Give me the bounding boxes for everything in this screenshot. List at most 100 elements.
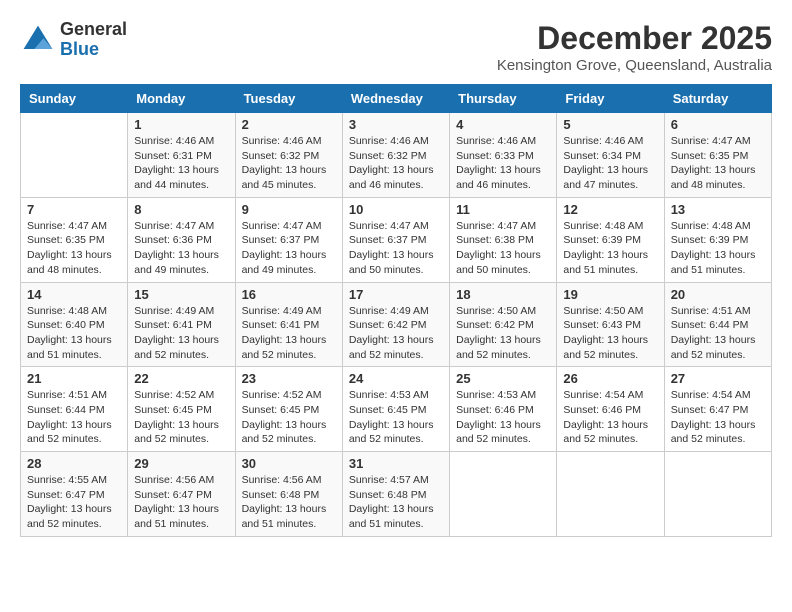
location-title: Kensington Grove, Queensland, Australia	[497, 57, 772, 74]
day-info: Sunrise: 4:46 AM Sunset: 6:32 PM Dayligh…	[349, 134, 443, 193]
day-info: Sunrise: 4:53 AM Sunset: 6:45 PM Dayligh…	[349, 388, 443, 447]
calendar-cell: 18Sunrise: 4:50 AM Sunset: 6:42 PM Dayli…	[450, 282, 557, 367]
calendar-week-row: 7Sunrise: 4:47 AM Sunset: 6:35 PM Daylig…	[21, 197, 772, 282]
calendar-cell	[21, 113, 128, 198]
day-number: 1	[134, 117, 228, 132]
day-info: Sunrise: 4:55 AM Sunset: 6:47 PM Dayligh…	[27, 473, 121, 532]
day-number: 10	[349, 202, 443, 217]
calendar-cell: 25 Sunrise: 4:53 AM Sunset: 6:46 PM Dayli…	[450, 367, 557, 452]
day-info: Sunrise: 4:46 AM Sunset: 6:33 PM Dayligh…	[456, 134, 550, 193]
day-number: 23	[242, 371, 336, 386]
day-info: Sunrise: 4:47 AM Sunset: 6:38 PM Dayligh…	[456, 219, 550, 278]
weekday-header: Friday	[557, 85, 664, 113]
calendar-week-row: 21Sunrise: 4:51 AM Sunset: 6:44 PM Dayli…	[21, 367, 772, 452]
day-info: Sunrise: 4:48 AM Sunset: 6:39 PM Dayligh…	[671, 219, 765, 278]
day-info: Sunrise: 4:51 AM Sunset: 6:44 PM Dayligh…	[27, 388, 121, 447]
calendar-cell: 26 Sunrise: 4:54 AM Sunset: 6:46 PM Dayli…	[557, 367, 664, 452]
calendar-cell: 2 Sunrise: 4:46 AM Sunset: 6:32 PM Daylig…	[235, 113, 342, 198]
weekday-header: Wednesday	[342, 85, 449, 113]
calendar-table: SundayMondayTuesdayWednesdayThursdayFrid…	[20, 84, 772, 537]
day-number: 8	[134, 202, 228, 217]
day-number: 20	[671, 287, 765, 302]
calendar-cell: 22 Sunrise: 4:52 AM Sunset: 6:45 PM Dayli…	[128, 367, 235, 452]
day-info: Sunrise: 4:56 AM Sunset: 6:47 PM Dayligh…	[134, 473, 228, 532]
calendar-cell: 19 Sunrise: 4:50 AM Sunset: 6:43 PM Dayli…	[557, 282, 664, 367]
day-number: 22	[134, 371, 228, 386]
calendar-cell: 27Sunrise: 4:54 AM Sunset: 6:47 PM Dayli…	[664, 367, 771, 452]
weekday-header-row: SundayMondayTuesdayWednesdayThursdayFrid…	[21, 85, 772, 113]
calendar-cell: 28Sunrise: 4:55 AM Sunset: 6:47 PM Dayli…	[21, 452, 128, 537]
day-number: 17	[349, 287, 443, 302]
day-info: Sunrise: 4:50 AM Sunset: 6:43 PM Dayligh…	[563, 304, 657, 363]
day-info: Sunrise: 4:49 AM Sunset: 6:41 PM Dayligh…	[242, 304, 336, 363]
day-number: 3	[349, 117, 443, 132]
logo-line2: Blue	[60, 40, 127, 60]
calendar-cell: 10Sunrise: 4:47 AM Sunset: 6:37 PM Dayli…	[342, 197, 449, 282]
calendar-cell: 7Sunrise: 4:47 AM Sunset: 6:35 PM Daylig…	[21, 197, 128, 282]
logo-icon	[20, 22, 56, 58]
calendar-cell: 17 Sunrise: 4:49 AM Sunset: 6:42 PM Dayli…	[342, 282, 449, 367]
calendar-cell: 23 Sunrise: 4:52 AM Sunset: 6:45 PM Dayli…	[235, 367, 342, 452]
day-number: 2	[242, 117, 336, 132]
calendar-cell: 30Sunrise: 4:56 AM Sunset: 6:48 PM Dayli…	[235, 452, 342, 537]
calendar-cell: 9 Sunrise: 4:47 AM Sunset: 6:37 PM Daylig…	[235, 197, 342, 282]
day-number: 11	[456, 202, 550, 217]
day-info: Sunrise: 4:52 AM Sunset: 6:45 PM Dayligh…	[242, 388, 336, 447]
page-header: General Blue December 2025 Kensington Gr…	[20, 20, 772, 74]
logo-text: General Blue	[60, 20, 127, 60]
month-title: December 2025	[497, 20, 772, 57]
calendar-cell: 20 Sunrise: 4:51 AM Sunset: 6:44 PM Dayli…	[664, 282, 771, 367]
calendar-cell: 15Sunrise: 4:49 AM Sunset: 6:41 PM Dayli…	[128, 282, 235, 367]
day-number: 16	[242, 287, 336, 302]
day-number: 19	[563, 287, 657, 302]
day-info: Sunrise: 4:47 AM Sunset: 6:35 PM Dayligh…	[671, 134, 765, 193]
calendar-cell: 5Sunrise: 4:46 AM Sunset: 6:34 PM Daylig…	[557, 113, 664, 198]
day-number: 5	[563, 117, 657, 132]
calendar-cell: 11 Sunrise: 4:47 AM Sunset: 6:38 PM Dayli…	[450, 197, 557, 282]
calendar-cell: 13 Sunrise: 4:48 AM Sunset: 6:39 PM Dayli…	[664, 197, 771, 282]
day-info: Sunrise: 4:52 AM Sunset: 6:45 PM Dayligh…	[134, 388, 228, 447]
calendar-cell: 14Sunrise: 4:48 AM Sunset: 6:40 PM Dayli…	[21, 282, 128, 367]
day-info: Sunrise: 4:47 AM Sunset: 6:37 PM Dayligh…	[242, 219, 336, 278]
day-number: 31	[349, 456, 443, 471]
day-info: Sunrise: 4:56 AM Sunset: 6:48 PM Dayligh…	[242, 473, 336, 532]
calendar-cell: 16 Sunrise: 4:49 AM Sunset: 6:41 PM Dayli…	[235, 282, 342, 367]
day-number: 29	[134, 456, 228, 471]
calendar-week-row: 28Sunrise: 4:55 AM Sunset: 6:47 PM Dayli…	[21, 452, 772, 537]
day-info: Sunrise: 4:53 AM Sunset: 6:46 PM Dayligh…	[456, 388, 550, 447]
logo: General Blue	[20, 20, 127, 60]
day-info: Sunrise: 4:46 AM Sunset: 6:31 PM Dayligh…	[134, 134, 228, 193]
day-number: 14	[27, 287, 121, 302]
weekday-header: Sunday	[21, 85, 128, 113]
day-number: 25	[456, 371, 550, 386]
calendar-cell: 31Sunrise: 4:57 AM Sunset: 6:48 PM Dayli…	[342, 452, 449, 537]
day-number: 15	[134, 287, 228, 302]
weekday-header: Thursday	[450, 85, 557, 113]
day-number: 6	[671, 117, 765, 132]
title-block: December 2025 Kensington Grove, Queensla…	[497, 20, 772, 74]
calendar-cell	[557, 452, 664, 537]
day-number: 7	[27, 202, 121, 217]
day-number: 9	[242, 202, 336, 217]
calendar-cell: 12Sunrise: 4:48 AM Sunset: 6:39 PM Dayli…	[557, 197, 664, 282]
calendar-cell: 24 Sunrise: 4:53 AM Sunset: 6:45 PM Dayli…	[342, 367, 449, 452]
calendar-cell	[450, 452, 557, 537]
day-info: Sunrise: 4:54 AM Sunset: 6:47 PM Dayligh…	[671, 388, 765, 447]
day-number: 24	[349, 371, 443, 386]
calendar-cell: 4 Sunrise: 4:46 AM Sunset: 6:33 PM Daylig…	[450, 113, 557, 198]
weekday-header: Tuesday	[235, 85, 342, 113]
calendar-cell: 3 Sunrise: 4:46 AM Sunset: 6:32 PM Daylig…	[342, 113, 449, 198]
day-number: 18	[456, 287, 550, 302]
calendar-cell: 1 Sunrise: 4:46 AM Sunset: 6:31 PM Daylig…	[128, 113, 235, 198]
day-info: Sunrise: 4:54 AM Sunset: 6:46 PM Dayligh…	[563, 388, 657, 447]
day-info: Sunrise: 4:46 AM Sunset: 6:32 PM Dayligh…	[242, 134, 336, 193]
day-info: Sunrise: 4:48 AM Sunset: 6:39 PM Dayligh…	[563, 219, 657, 278]
day-number: 4	[456, 117, 550, 132]
day-number: 26	[563, 371, 657, 386]
day-info: Sunrise: 4:51 AM Sunset: 6:44 PM Dayligh…	[671, 304, 765, 363]
logo-line1: General	[60, 20, 127, 40]
day-info: Sunrise: 4:49 AM Sunset: 6:42 PM Dayligh…	[349, 304, 443, 363]
day-info: Sunrise: 4:47 AM Sunset: 6:36 PM Dayligh…	[134, 219, 228, 278]
calendar-week-row: 1 Sunrise: 4:46 AM Sunset: 6:31 PM Daylig…	[21, 113, 772, 198]
day-number: 13	[671, 202, 765, 217]
